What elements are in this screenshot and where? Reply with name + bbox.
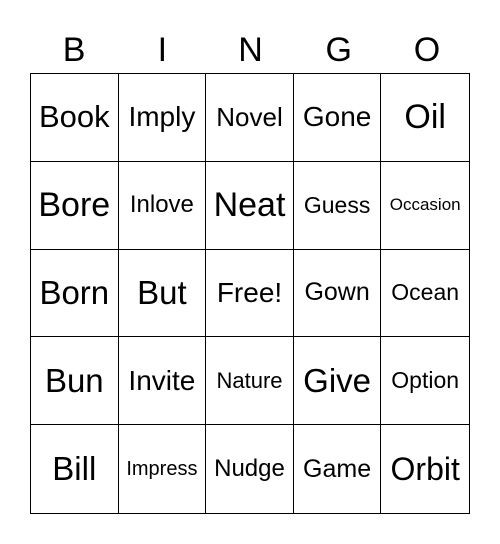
bingo-cell[interactable]: Occasion xyxy=(381,162,469,250)
bingo-cell[interactable]: Gown xyxy=(293,249,382,338)
bingo-cell[interactable]: Imply xyxy=(118,74,207,162)
bingo-header: B I N G O xyxy=(30,28,471,72)
bingo-cell[interactable]: Option xyxy=(381,337,469,426)
bingo-cell[interactable]: Invite xyxy=(118,337,207,426)
bingo-cell[interactable]: Free! xyxy=(206,249,294,338)
header-letter-o: O xyxy=(413,31,441,69)
bingo-cell[interactable]: Bill xyxy=(31,425,119,513)
bingo-cell[interactable]: Give xyxy=(293,337,382,426)
bingo-cell[interactable]: Impress xyxy=(119,425,207,513)
bingo-cell[interactable]: But xyxy=(118,249,207,338)
bingo-cell[interactable]: Novel xyxy=(206,74,294,162)
bingo-cell[interactable]: Nature xyxy=(206,337,294,426)
bingo-cell[interactable]: Game xyxy=(294,425,382,513)
bingo-cell[interactable]: Ocean xyxy=(381,250,469,338)
bingo-cell[interactable]: Orbit xyxy=(381,425,469,513)
header-letter-i: I xyxy=(157,31,168,69)
bingo-cell[interactable]: Nudge xyxy=(206,425,294,513)
bingo-cell[interactable]: Gone xyxy=(293,74,382,162)
bingo-cell[interactable]: Bore xyxy=(31,161,119,250)
bingo-cell[interactable]: Inlove xyxy=(118,161,207,250)
bingo-grid: Book Imply Novel Gone Oil Bore Inlove Neat Guess… xyxy=(30,73,470,514)
header-letter-g: G xyxy=(325,31,352,69)
bingo-cell[interactable]: Neat xyxy=(206,161,294,250)
bingo-cell[interactable]: Oil xyxy=(381,74,469,162)
header-letter-n: N xyxy=(238,31,263,69)
bingo-cell[interactable]: Guess xyxy=(293,161,382,250)
bingo-cell[interactable]: Born xyxy=(31,249,119,338)
bingo-cell[interactable]: Bun xyxy=(31,337,119,426)
header-letter-b: B xyxy=(62,31,86,69)
bingo-cell[interactable]: Book xyxy=(31,74,119,162)
